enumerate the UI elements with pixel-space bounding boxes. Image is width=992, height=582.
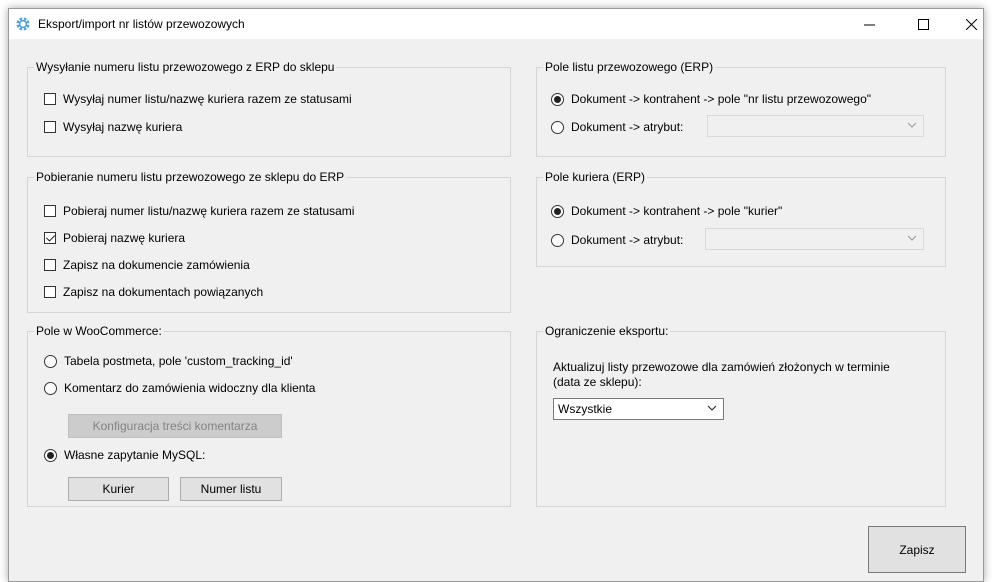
radio-circle[interactable] bbox=[551, 120, 564, 134]
checkbox-label: Pobieraj numer listu/nazwę kuriera razem… bbox=[63, 204, 355, 218]
send-waybill-group: Wysyłanie numeru listu przewozowego z ER… bbox=[27, 60, 511, 157]
radio-label: Komentarz do zamówienia widoczny dla kli… bbox=[64, 381, 316, 395]
checkbox-label: Wysyłaj nazwę kuriera bbox=[63, 120, 183, 134]
checkbox-box[interactable] bbox=[44, 205, 56, 217]
checkbox-box[interactable] bbox=[44, 121, 56, 133]
minimize-icon bbox=[863, 24, 875, 25]
export-limit-legend: Ograniczenie eksportu: bbox=[543, 324, 671, 338]
waybill-attribute-select[interactable] bbox=[707, 115, 924, 137]
radio-label: Tabela postmeta, pole 'custom_tracking_i… bbox=[64, 354, 293, 368]
waybill-field-legend: Pole listu przewozowego (ERP) bbox=[543, 60, 716, 74]
window-title: Eksport/import nr listów przewozowych bbox=[38, 17, 245, 31]
close-icon bbox=[965, 18, 977, 30]
checkbox-box[interactable] bbox=[44, 286, 56, 298]
courier-field-legend: Pole kuriera (ERP) bbox=[543, 170, 648, 184]
export-period-select[interactable]: Wszystkie bbox=[553, 398, 724, 420]
courier-field-group: Pole kuriera (ERP) Dokument -> kontrahen… bbox=[536, 170, 946, 267]
radio-label: Własne zapytanie MySQL: bbox=[64, 448, 206, 462]
maximize-icon bbox=[917, 18, 929, 30]
minimize-button[interactable] bbox=[846, 9, 892, 39]
save-on-related-checkbox[interactable]: Zapisz na dokumentach powiązanych bbox=[44, 285, 263, 299]
number-query-button[interactable]: Numer listu bbox=[180, 477, 282, 501]
radio-circle[interactable] bbox=[551, 204, 564, 218]
title-bar: Eksport/import nr listów przewozowych bbox=[9, 9, 983, 39]
courier-query-button[interactable]: Kurier bbox=[68, 477, 169, 501]
app-gear-icon bbox=[16, 17, 30, 31]
woocommerce-field-group: Pole w WooCommerce: Tabela postmeta, pol… bbox=[27, 324, 511, 507]
send-courier-name-checkbox[interactable]: Wysyłaj nazwę kuriera bbox=[44, 120, 182, 134]
comment-config-button[interactable]: Konfiguracja treści komentarza bbox=[68, 414, 282, 438]
export-limit-description: Aktualizuj listy przewozowe dla zamówień… bbox=[553, 360, 890, 374]
radio-circle[interactable] bbox=[44, 354, 57, 368]
fetch-courier-name-checkbox[interactable]: Pobieraj nazwę kuriera bbox=[44, 231, 185, 245]
fetch-with-status-checkbox[interactable]: Pobieraj numer listu/nazwę kuriera razem… bbox=[44, 204, 354, 218]
dialog-window: Eksport/import nr listów przewozowych Wy… bbox=[8, 8, 984, 582]
chevron-down-icon bbox=[907, 122, 917, 128]
courier-attribute-select[interactable] bbox=[705, 228, 924, 250]
waybill-contractor-radio[interactable]: Dokument -> kontrahent -> pole "nr listu… bbox=[551, 92, 871, 106]
close-button[interactable] bbox=[948, 9, 992, 39]
radio-circle[interactable] bbox=[44, 448, 57, 462]
custom-mysql-radio[interactable]: Własne zapytanie MySQL: bbox=[44, 448, 205, 462]
radio-label: Dokument -> atrybut: bbox=[571, 233, 684, 247]
export-limit-description-2: (data ze sklepu): bbox=[553, 375, 642, 389]
checkbox-label: Wysyłaj numer listu/nazwę kuriera razem … bbox=[63, 92, 352, 106]
chevron-down-icon bbox=[907, 235, 917, 241]
waybill-field-group: Pole listu przewozowego (ERP) Dokument -… bbox=[536, 60, 946, 157]
export-limit-group: Ograniczenie eksportu: Aktualizuj listy … bbox=[536, 324, 946, 507]
radio-circle[interactable] bbox=[551, 233, 564, 247]
radio-circle[interactable] bbox=[44, 381, 57, 395]
radio-label: Dokument -> kontrahent -> pole "kurier" bbox=[571, 204, 783, 218]
radio-circle[interactable] bbox=[551, 92, 564, 106]
send-with-status-checkbox[interactable]: Wysyłaj numer listu/nazwę kuriera razem … bbox=[44, 92, 352, 106]
radio-label: Dokument -> kontrahent -> pole "nr listu… bbox=[571, 92, 872, 106]
courier-contractor-radio[interactable]: Dokument -> kontrahent -> pole "kurier" bbox=[551, 204, 782, 218]
fetch-group-legend: Pobieranie numeru listu przewozowego ze … bbox=[34, 170, 347, 184]
chevron-down-icon bbox=[707, 405, 717, 411]
checkbox-box[interactable] bbox=[44, 232, 56, 244]
checkbox-box[interactable] bbox=[44, 93, 56, 105]
save-button[interactable]: Zapisz bbox=[868, 526, 966, 573]
fetch-waybill-group: Pobieranie numeru listu przewozowego ze … bbox=[27, 170, 511, 313]
checkbox-label: Pobieraj nazwę kuriera bbox=[63, 231, 186, 245]
postmeta-radio[interactable]: Tabela postmeta, pole 'custom_tracking_i… bbox=[44, 354, 293, 368]
maximize-button[interactable] bbox=[900, 9, 946, 39]
customer-comment-radio[interactable]: Komentarz do zamówienia widoczny dla kli… bbox=[44, 381, 315, 395]
save-on-order-checkbox[interactable]: Zapisz na dokumencie zamówienia bbox=[44, 258, 250, 272]
woo-group-legend: Pole w WooCommerce: bbox=[34, 324, 164, 338]
checkbox-label: Zapisz na dokumentach powiązanych bbox=[63, 285, 264, 299]
checkbox-box[interactable] bbox=[44, 259, 56, 271]
courier-attribute-radio[interactable]: Dokument -> atrybut: bbox=[551, 233, 683, 247]
waybill-attribute-radio[interactable]: Dokument -> atrybut: bbox=[551, 120, 683, 134]
send-group-legend: Wysyłanie numeru listu przewozowego z ER… bbox=[34, 60, 337, 74]
checkbox-label: Zapisz na dokumencie zamówienia bbox=[63, 258, 250, 272]
radio-label: Dokument -> atrybut: bbox=[571, 120, 684, 134]
select-value: Wszystkie bbox=[558, 402, 612, 416]
